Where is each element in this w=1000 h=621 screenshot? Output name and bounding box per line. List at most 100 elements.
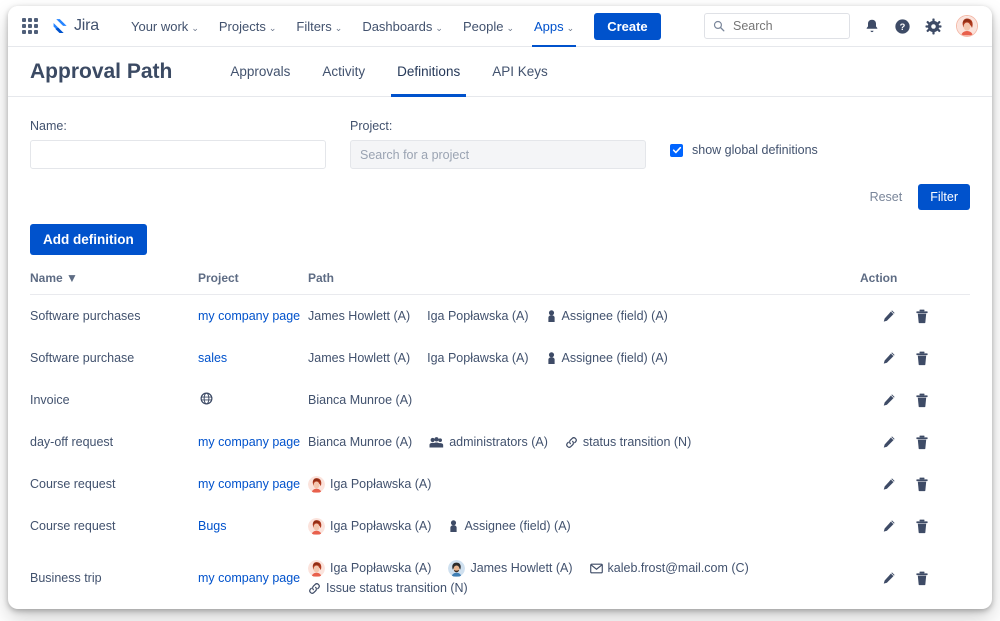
edit-icon[interactable] bbox=[882, 519, 896, 533]
path-step: administrators (A) bbox=[429, 432, 548, 452]
jira-logo[interactable]: Jira bbox=[50, 17, 99, 36]
user-avatar[interactable] bbox=[956, 15, 978, 37]
definition-name-cell: day-off request bbox=[30, 435, 114, 449]
path-list: Iga Popławska (A) bbox=[308, 474, 860, 494]
settings-gear-icon[interactable] bbox=[925, 18, 942, 35]
delete-icon[interactable] bbox=[915, 519, 929, 534]
delete-icon[interactable] bbox=[915, 435, 929, 450]
show-global-definitions-group[interactable]: show global definitions bbox=[670, 143, 818, 157]
path-step: Iga Popławska (A) bbox=[308, 558, 431, 578]
project-cell: my company page bbox=[198, 421, 308, 463]
chevron-down-icon: ⌄ bbox=[566, 22, 575, 33]
path-step: James Howlett (A) bbox=[448, 558, 573, 578]
row-actions bbox=[860, 393, 970, 408]
path-step: James Howlett (A) bbox=[308, 306, 410, 326]
definition-name-cell: Software purchases bbox=[30, 309, 141, 323]
link-icon bbox=[565, 436, 578, 449]
nav-right-actions: ? bbox=[704, 13, 978, 39]
project-search-input[interactable] bbox=[350, 140, 646, 169]
tab-activity[interactable]: Activity bbox=[306, 47, 381, 97]
table-header: Name ▼ Project Path Action bbox=[30, 271, 970, 295]
tab-definitions[interactable]: Definitions bbox=[381, 47, 476, 97]
edit-icon[interactable] bbox=[882, 435, 896, 449]
path-step: Bianca Munroe (A) bbox=[308, 390, 412, 410]
group-icon bbox=[429, 436, 444, 449]
page-title: Approval Path bbox=[30, 59, 173, 83]
column-header-name[interactable]: Name ▼ bbox=[30, 271, 198, 295]
person-icon bbox=[448, 519, 459, 533]
project-field-group: Project: bbox=[350, 119, 646, 169]
chevron-down-icon: ⌄ bbox=[435, 22, 443, 33]
nav-label: Filters bbox=[296, 18, 332, 34]
link-icon bbox=[308, 582, 321, 595]
project-link[interactable]: my company page bbox=[198, 434, 300, 450]
tab-approvals[interactable]: Approvals bbox=[214, 47, 306, 97]
notifications-bell-icon[interactable] bbox=[864, 18, 880, 34]
avatar-iga-poplawska bbox=[308, 517, 325, 535]
delete-icon[interactable] bbox=[915, 309, 929, 324]
edit-icon[interactable] bbox=[882, 351, 896, 365]
delete-icon[interactable] bbox=[915, 571, 929, 586]
project-link[interactable]: my company page bbox=[198, 476, 300, 492]
path-step: Assignee (field) (A) bbox=[448, 516, 571, 536]
project-cell: my company page bbox=[198, 463, 308, 505]
tab-api-keys[interactable]: API Keys bbox=[476, 47, 564, 97]
name-label: Name: bbox=[30, 119, 67, 133]
delete-icon[interactable] bbox=[915, 351, 929, 366]
path-step: Iga Popławska (A) bbox=[427, 348, 528, 368]
table-row: Invoice Bianca Munroe (A) bbox=[30, 379, 970, 421]
nav-item-people[interactable]: People ⌄ bbox=[453, 6, 524, 47]
path-cell: Iga Popławska (A) bbox=[308, 463, 860, 505]
show-global-definitions-checkbox[interactable] bbox=[670, 143, 683, 157]
path-step-label: Iga Popławska (A) bbox=[330, 561, 432, 575]
path-step-label: Assignee (field) (A) bbox=[561, 309, 668, 323]
column-header-project[interactable]: Project bbox=[198, 271, 308, 295]
edit-icon[interactable] bbox=[882, 309, 896, 323]
name-input[interactable] bbox=[30, 140, 326, 169]
search-input[interactable] bbox=[731, 18, 841, 34]
search-box[interactable] bbox=[704, 13, 850, 39]
edit-icon[interactable] bbox=[882, 571, 896, 585]
project-link[interactable]: my company page bbox=[198, 308, 300, 324]
path-cell: James Howlett (A) Iga Popławska (A) Assign… bbox=[308, 295, 860, 338]
project-link[interactable]: my company page bbox=[198, 570, 300, 586]
path-step-label: Issue status transition (N) bbox=[326, 581, 468, 595]
project-link[interactable]: sales bbox=[198, 350, 227, 366]
chevron-down-icon: ⌄ bbox=[506, 22, 514, 33]
path-cell: Iga Popławska (A) James Howlett (A) kaleb.… bbox=[308, 547, 860, 609]
app-window: Jira Your work ⌄ Projects ⌄ Filters ⌄ Dashb… bbox=[8, 6, 992, 609]
table-row: Course request Bugs Iga Popławska (A) Assig… bbox=[30, 505, 970, 547]
edit-icon[interactable] bbox=[882, 393, 896, 407]
app-switcher-icon[interactable] bbox=[22, 18, 38, 34]
add-definition-button[interactable]: Add definition bbox=[30, 224, 147, 255]
nav-item-dashboards[interactable]: Dashboards ⌄ bbox=[352, 6, 453, 47]
row-actions bbox=[860, 435, 970, 450]
filter-button[interactable]: Filter bbox=[918, 184, 970, 210]
path-step-label: administrators (A) bbox=[449, 435, 548, 449]
path-step-label: Assignee (field) (A) bbox=[561, 351, 668, 365]
create-button[interactable]: Create bbox=[594, 12, 661, 40]
nav-item-apps[interactable]: Apps ⌄ bbox=[524, 6, 584, 47]
delete-icon[interactable] bbox=[915, 477, 929, 492]
nav-label: Dashboards bbox=[362, 18, 433, 34]
path-step-label: Bianca Munroe (A) bbox=[308, 435, 413, 449]
project-cell: Bugs bbox=[198, 505, 308, 547]
path-step: James Howlett (A) bbox=[308, 348, 410, 368]
row-actions bbox=[860, 519, 970, 534]
reset-button[interactable]: Reset bbox=[870, 190, 903, 204]
avatar-james-howlett bbox=[448, 559, 466, 577]
path-step-label: James Howlett (A) bbox=[308, 309, 411, 323]
nav-item-projects[interactable]: Projects ⌄ bbox=[209, 6, 287, 47]
edit-icon[interactable] bbox=[882, 477, 896, 491]
path-list: Iga Popławska (A) James Howlett (A) kaleb.… bbox=[308, 558, 860, 598]
action-cell bbox=[860, 505, 970, 547]
nav-item-filters[interactable]: Filters ⌄ bbox=[286, 6, 352, 47]
path-step: Iga Popławska (A) bbox=[308, 516, 431, 536]
nav-item-your-work[interactable]: Your work ⌄ bbox=[121, 6, 209, 47]
path-step-label: Assignee (field) (A) bbox=[464, 519, 571, 533]
project-link[interactable]: Bugs bbox=[198, 518, 227, 534]
help-icon[interactable]: ? bbox=[894, 18, 911, 35]
delete-icon[interactable] bbox=[915, 393, 929, 408]
path-list: Bianca Munroe (A) bbox=[308, 390, 860, 410]
filter-actions: Reset Filter bbox=[30, 184, 970, 210]
